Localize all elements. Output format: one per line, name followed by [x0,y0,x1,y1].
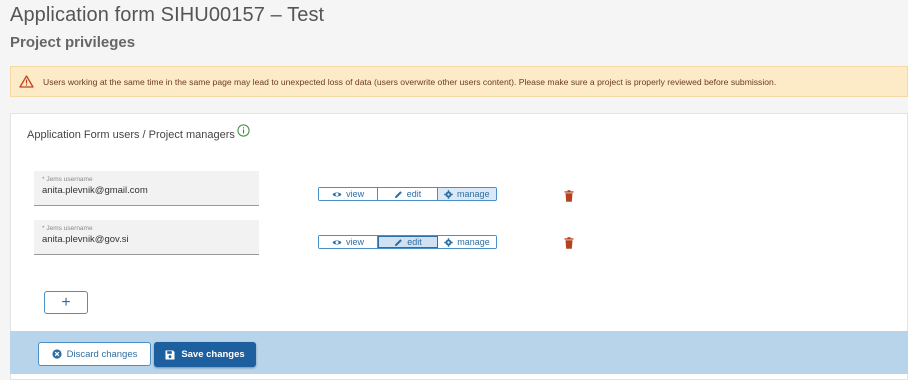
warning-banner: Users working at the same time in the sa… [10,66,908,97]
eye-icon [332,191,342,197]
manage-label: manage [457,189,490,199]
pencil-icon [395,238,403,246]
edit-button[interactable]: edit [378,236,438,248]
field-label: * Jems username [42,225,93,232]
close-circle-icon [52,349,62,359]
gear-icon [444,237,454,247]
edit-label: edit [406,189,422,199]
edit-button[interactable]: edit [378,188,438,200]
save-changes-button[interactable]: Save changes [154,342,256,367]
username-value[interactable]: anita.plevnik@gmail.com [42,185,148,196]
trash-icon[interactable] [564,190,574,202]
manage-button[interactable]: manage [438,236,496,248]
page-title: Application form SIHU00157 – Test [10,4,325,26]
save-label: Save changes [181,349,245,360]
trash-icon[interactable] [564,237,574,249]
warning-text: Users working at the same time in the sa… [43,76,777,87]
jems-username-field[interactable]: * Jems username anita.plevnik@gov.si [34,220,259,255]
add-user-button[interactable]: + [44,291,88,314]
info-icon[interactable] [237,124,251,138]
section-title-text: Application Form users / Project manager… [27,129,235,141]
permission-toggle-group: view edit manage [318,187,497,201]
gear-icon [444,189,453,199]
discard-label: Discard changes [66,348,138,360]
discard-changes-button[interactable]: Discard changes [38,342,151,366]
manage-button[interactable]: manage [437,188,496,200]
username-value[interactable]: anita.plevnik@gov.si [42,234,129,245]
eye-icon [332,239,342,245]
view-label: view [346,189,365,199]
section-title: Application Form users / Project manager… [27,124,251,141]
page-subtitle: Project privileges [10,34,136,51]
manage-label: manage [457,237,490,247]
view-button[interactable]: view [319,236,378,248]
field-label: * Jems username [42,176,93,183]
view-button[interactable]: view [319,188,379,200]
plus-icon: + [61,293,71,311]
warning-triangle-icon [19,74,35,89]
floppy-disk-icon [165,350,175,359]
pencil-icon [394,190,402,198]
permission-toggle-group: view edit manage [318,235,497,249]
view-label: view [345,237,364,247]
jems-username-field[interactable]: * Jems username anita.plevnik@gmail.com [34,171,259,206]
edit-label: edit [407,237,422,247]
